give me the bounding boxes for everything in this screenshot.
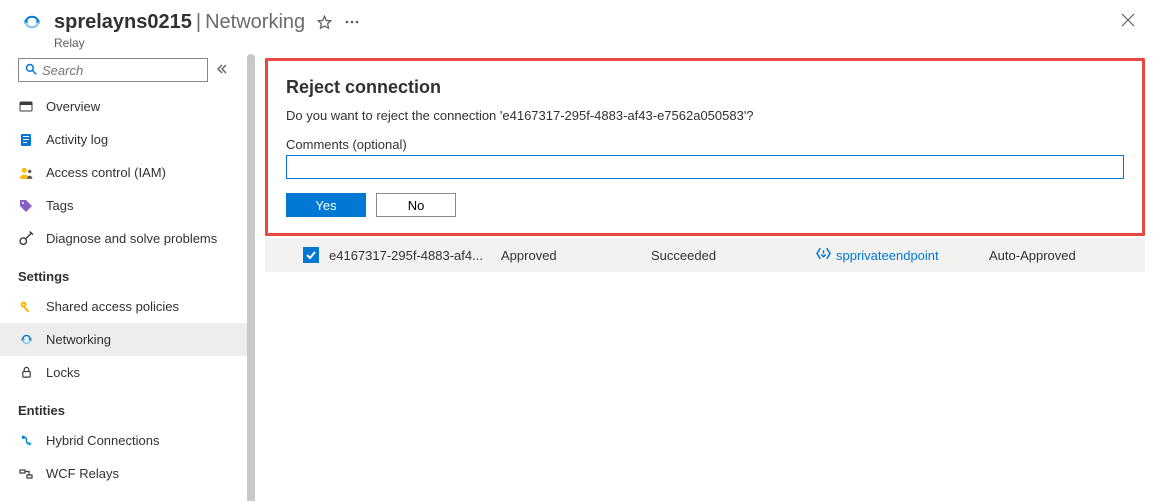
sidebar-item-networking[interactable]: Networking [0,323,255,356]
resource-type-label: Relay [0,36,1155,50]
sidebar-item-label: WCF Relays [46,466,119,481]
sidebar-item-locks[interactable]: Locks [0,356,255,389]
reject-connection-dialog: Reject connection Do you want to reject … [265,58,1145,236]
endpoint-name-cell: e4167317-295f-4883-af4... [329,248,501,263]
sidebar-item-label: Diagnose and solve problems [46,231,217,246]
sidebar-item-label: Locks [46,365,80,380]
search-icon [25,63,37,78]
networking-icon [18,332,34,348]
resource-name: sprelayns0215 [54,11,192,34]
connection-state-cell: Approved [501,248,651,263]
sidebar-item-overview[interactable]: Overview [0,90,255,123]
access-control-icon [18,165,34,181]
yes-button[interactable]: Yes [286,193,366,217]
main-content: Reject connection Do you want to reject … [255,50,1155,501]
hybrid-conn-icon [18,433,34,449]
comments-label: Comments (optional) [286,137,1124,152]
sidebar-item-label: Access control (IAM) [46,165,166,180]
sidebar-heading-settings: Settings [0,255,255,290]
sidebar-item-label: Overview [46,99,100,114]
no-button[interactable]: No [376,193,456,217]
sidebar-item-activity-log[interactable]: Activity log [0,123,255,156]
sidebar-item-label: Activity log [46,132,108,147]
private-endpoint-cell[interactable]: spprivateendpoint [816,246,989,264]
sidebar-item-label: Networking [46,332,111,347]
page-header: sprelayns0215 | Networking [0,0,1155,40]
overview-icon [18,99,34,115]
row-checkbox[interactable] [303,247,319,263]
search-input[interactable] [42,63,201,78]
sidebar: Overview Activity log Access control (IA… [0,50,255,501]
more-actions-icon[interactable] [344,14,360,30]
dialog-message: Do you want to reject the connection 'e4… [286,108,1124,123]
description-cell: Auto-Approved [989,248,1145,263]
sidebar-item-wcf-relays[interactable]: WCF Relays [0,457,255,490]
sidebar-item-tags[interactable]: Tags [0,189,255,222]
sidebar-item-shared-access[interactable]: Shared access policies [0,290,255,323]
favorite-star-icon[interactable] [317,15,332,30]
lock-icon [18,365,34,381]
page-title: Networking [205,11,305,34]
private-endpoint-link[interactable]: spprivateendpoint [836,248,939,263]
collapse-sidebar-icon[interactable] [216,63,228,78]
private-endpoint-icon [816,246,831,264]
sidebar-item-label: Shared access policies [46,299,179,314]
comments-input[interactable] [286,155,1124,179]
sidebar-item-label: Tags [46,198,73,213]
sidebar-item-diagnose[interactable]: Diagnose and solve problems [0,222,255,255]
wcf-relay-icon [18,466,34,482]
tags-icon [18,198,34,214]
sidebar-scrollbar[interactable] [247,54,255,501]
dialog-title: Reject connection [286,77,1124,98]
close-blade-icon[interactable] [1117,9,1139,36]
sidebar-item-hybrid-connections[interactable]: Hybrid Connections [0,424,255,457]
sidebar-heading-entities: Entities [0,389,255,424]
key-icon [18,299,34,315]
sidebar-item-access-control[interactable]: Access control (IAM) [0,156,255,189]
sidebar-item-label: Hybrid Connections [46,433,159,448]
relay-resource-icon [18,8,46,36]
sidebar-search[interactable] [18,58,208,82]
provisioning-status-cell: Succeeded [651,248,816,263]
title-separator: | [196,11,201,34]
private-endpoint-row[interactable]: e4167317-295f-4883-af4... Approved Succe… [265,238,1145,272]
diagnose-icon [18,231,34,247]
activity-log-icon [18,132,34,148]
